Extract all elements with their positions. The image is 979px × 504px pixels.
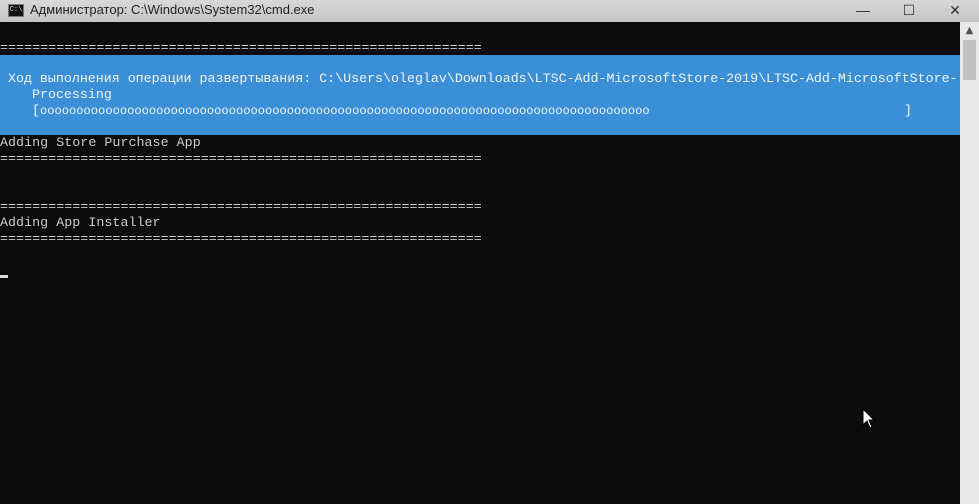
- progress-bar-open: [: [32, 103, 40, 118]
- progress-panel: Ход выполнения операции развертывания: C…: [0, 55, 960, 135]
- title-bar[interactable]: C:\ Администратор: C:\Windows\System32\c…: [0, 0, 979, 22]
- progress-operation: Ход выполнения операции развертывания: C…: [8, 71, 958, 86]
- separator-line: ========================================…: [0, 199, 482, 214]
- progress-bar-close: ]: [904, 103, 912, 118]
- minimize-button[interactable]: —: [840, 0, 886, 22]
- close-button[interactable]: ✕: [932, 0, 978, 22]
- scroll-up-arrow-icon[interactable]: ▲: [960, 22, 979, 40]
- cmd-icon: C:\: [8, 4, 24, 17]
- progress-bar-fill: oooooooooooooooooooooooooooooooooooooooo…: [40, 104, 650, 118]
- console-output[interactable]: ========================================…: [0, 22, 960, 504]
- scroll-thumb[interactable]: [963, 40, 976, 80]
- progress-status: Processing: [32, 87, 112, 102]
- output-line: Adding App Installer: [0, 215, 161, 230]
- maximize-button[interactable]: ☐: [886, 0, 932, 22]
- separator-line: ========================================…: [0, 40, 482, 55]
- separator-line: ========================================…: [0, 231, 482, 246]
- output-line: Adding Store Purchase App: [0, 135, 201, 150]
- mouse-pointer-icon: [862, 408, 876, 429]
- separator-line: ========================================…: [0, 151, 482, 166]
- vertical-scrollbar[interactable]: ▲: [960, 22, 979, 504]
- window-title: Администратор: C:\Windows\System32\cmd.e…: [30, 2, 315, 17]
- text-cursor: [0, 275, 8, 278]
